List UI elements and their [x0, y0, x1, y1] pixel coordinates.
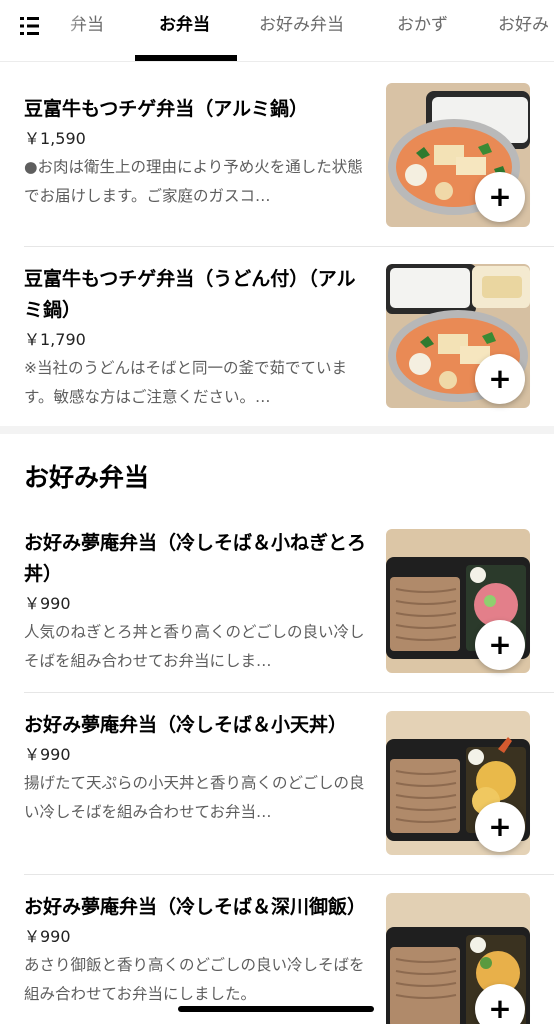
menu-item[interactable]: 豆富牛もつチゲ弁当（うどん付）（アルミ鍋） ￥1,790 ※当社のうどんはそばと… — [0, 264, 554, 424]
item-text: お好み夢庵弁当（冷しそば＆小ねぎとろ丼） ￥990 人気のねぎとろ丼と香り高くの… — [24, 528, 374, 676]
item-divider — [24, 692, 554, 693]
item-price: ￥1,790 — [24, 330, 86, 349]
item-name: 豆富牛もつチゲ弁当（うどん付）（アルミ鍋） — [24, 268, 356, 321]
menu-item[interactable]: お好み夢庵弁当（冷しそば＆深川御飯） ￥990 あさり御飯と香り高くのどごしの良… — [0, 892, 554, 1024]
item-name: お好み夢庵弁当（冷しそば＆深川御飯） — [24, 896, 367, 918]
home-indicator[interactable] — [178, 1006, 374, 1012]
menu-item[interactable]: 豆富牛もつチゲ弁当（アルミ鍋） ￥1,590 ●お肉は衛生上の理由により予め火を… — [0, 83, 554, 246]
section-title: お好み弁当 — [24, 463, 150, 492]
add-to-cart-button[interactable]: + — [475, 802, 525, 852]
add-to-cart-button[interactable]: + — [475, 620, 525, 670]
add-to-cart-button[interactable]: + — [475, 172, 525, 222]
menu-item[interactable]: お好み夢庵弁当（冷しそば＆小ねぎとろ丼） ￥990 人気のねぎとろ丼と香り高くの… — [0, 528, 554, 690]
section-separator — [0, 426, 554, 434]
category-tab-bar: 弁当 お弁当 お好み弁当 おかず お好み — [0, 0, 554, 62]
menu-item[interactable]: お好み夢庵弁当（冷しそば＆小天丼） ￥990 揚げたて天ぷらの小天丼と香り高くの… — [0, 710, 554, 872]
item-text: お好み夢庵弁当（冷しそば＆小天丼） ￥990 揚げたて天ぷらの小天丼と香り高くの… — [24, 710, 374, 827]
tab-okonomi[interactable]: お好み — [498, 14, 549, 36]
item-divider — [24, 874, 554, 875]
item-description: ※当社のうどんはそばと同一の釜で茹でています。敏感な方はご注意ください。… — [24, 359, 347, 406]
item-price: ￥990 — [24, 594, 71, 613]
item-description: 人気のねぎとろ丼と香り高くのどごしの良い冷しそばを組み合わせてお弁当にしま… — [24, 623, 365, 670]
tab-fade — [54, 0, 82, 55]
tab-okazu[interactable]: おかず — [397, 14, 448, 36]
item-divider — [24, 246, 554, 247]
item-description: 揚げたて天ぷらの小天丼と香り高くのどごしの良い冷しそばを組み合わせてお弁当… — [24, 774, 365, 821]
menu-page: 弁当 お弁当 お好み弁当 おかず お好み 豆富牛もつチゲ弁当（アルミ鍋） ￥1,… — [0, 0, 554, 1024]
item-price: ￥1,590 — [24, 129, 86, 148]
item-description: あさり御飯と香り高くのどごしの良い冷しそばを組み合わせてお弁当にしました。 — [24, 956, 365, 1003]
item-description: ●お肉は衛生上の理由により予め火を通した状態でお届けします。ご家庭のガスコ… — [24, 158, 363, 205]
item-name: お好み夢庵弁当（冷しそば＆小ねぎとろ丼） — [24, 532, 367, 585]
item-text: 豆富牛もつチゲ弁当（うどん付）（アルミ鍋） ￥1,790 ※当社のうどんはそばと… — [24, 264, 374, 412]
item-name: 豆富牛もつチゲ弁当（アルミ鍋） — [24, 98, 309, 120]
list-menu-icon[interactable] — [18, 14, 48, 38]
active-tab-indicator — [135, 55, 237, 61]
add-to-cart-button[interactable]: + — [475, 354, 525, 404]
item-price: ￥990 — [24, 745, 71, 764]
tab-okonomi-bento[interactable]: お好み弁当 — [259, 14, 344, 36]
item-text: お好み夢庵弁当（冷しそば＆深川御飯） ￥990 あさり御飯と香り高くのどごしの良… — [24, 892, 374, 1009]
item-price: ￥990 — [24, 927, 71, 946]
tab-obento[interactable]: お弁当 — [159, 14, 210, 36]
item-name: お好み夢庵弁当（冷しそば＆小天丼） — [24, 714, 348, 736]
item-text: 豆富牛もつチゲ弁当（アルミ鍋） ￥1,590 ●お肉は衛生上の理由により予め火を… — [24, 94, 374, 211]
